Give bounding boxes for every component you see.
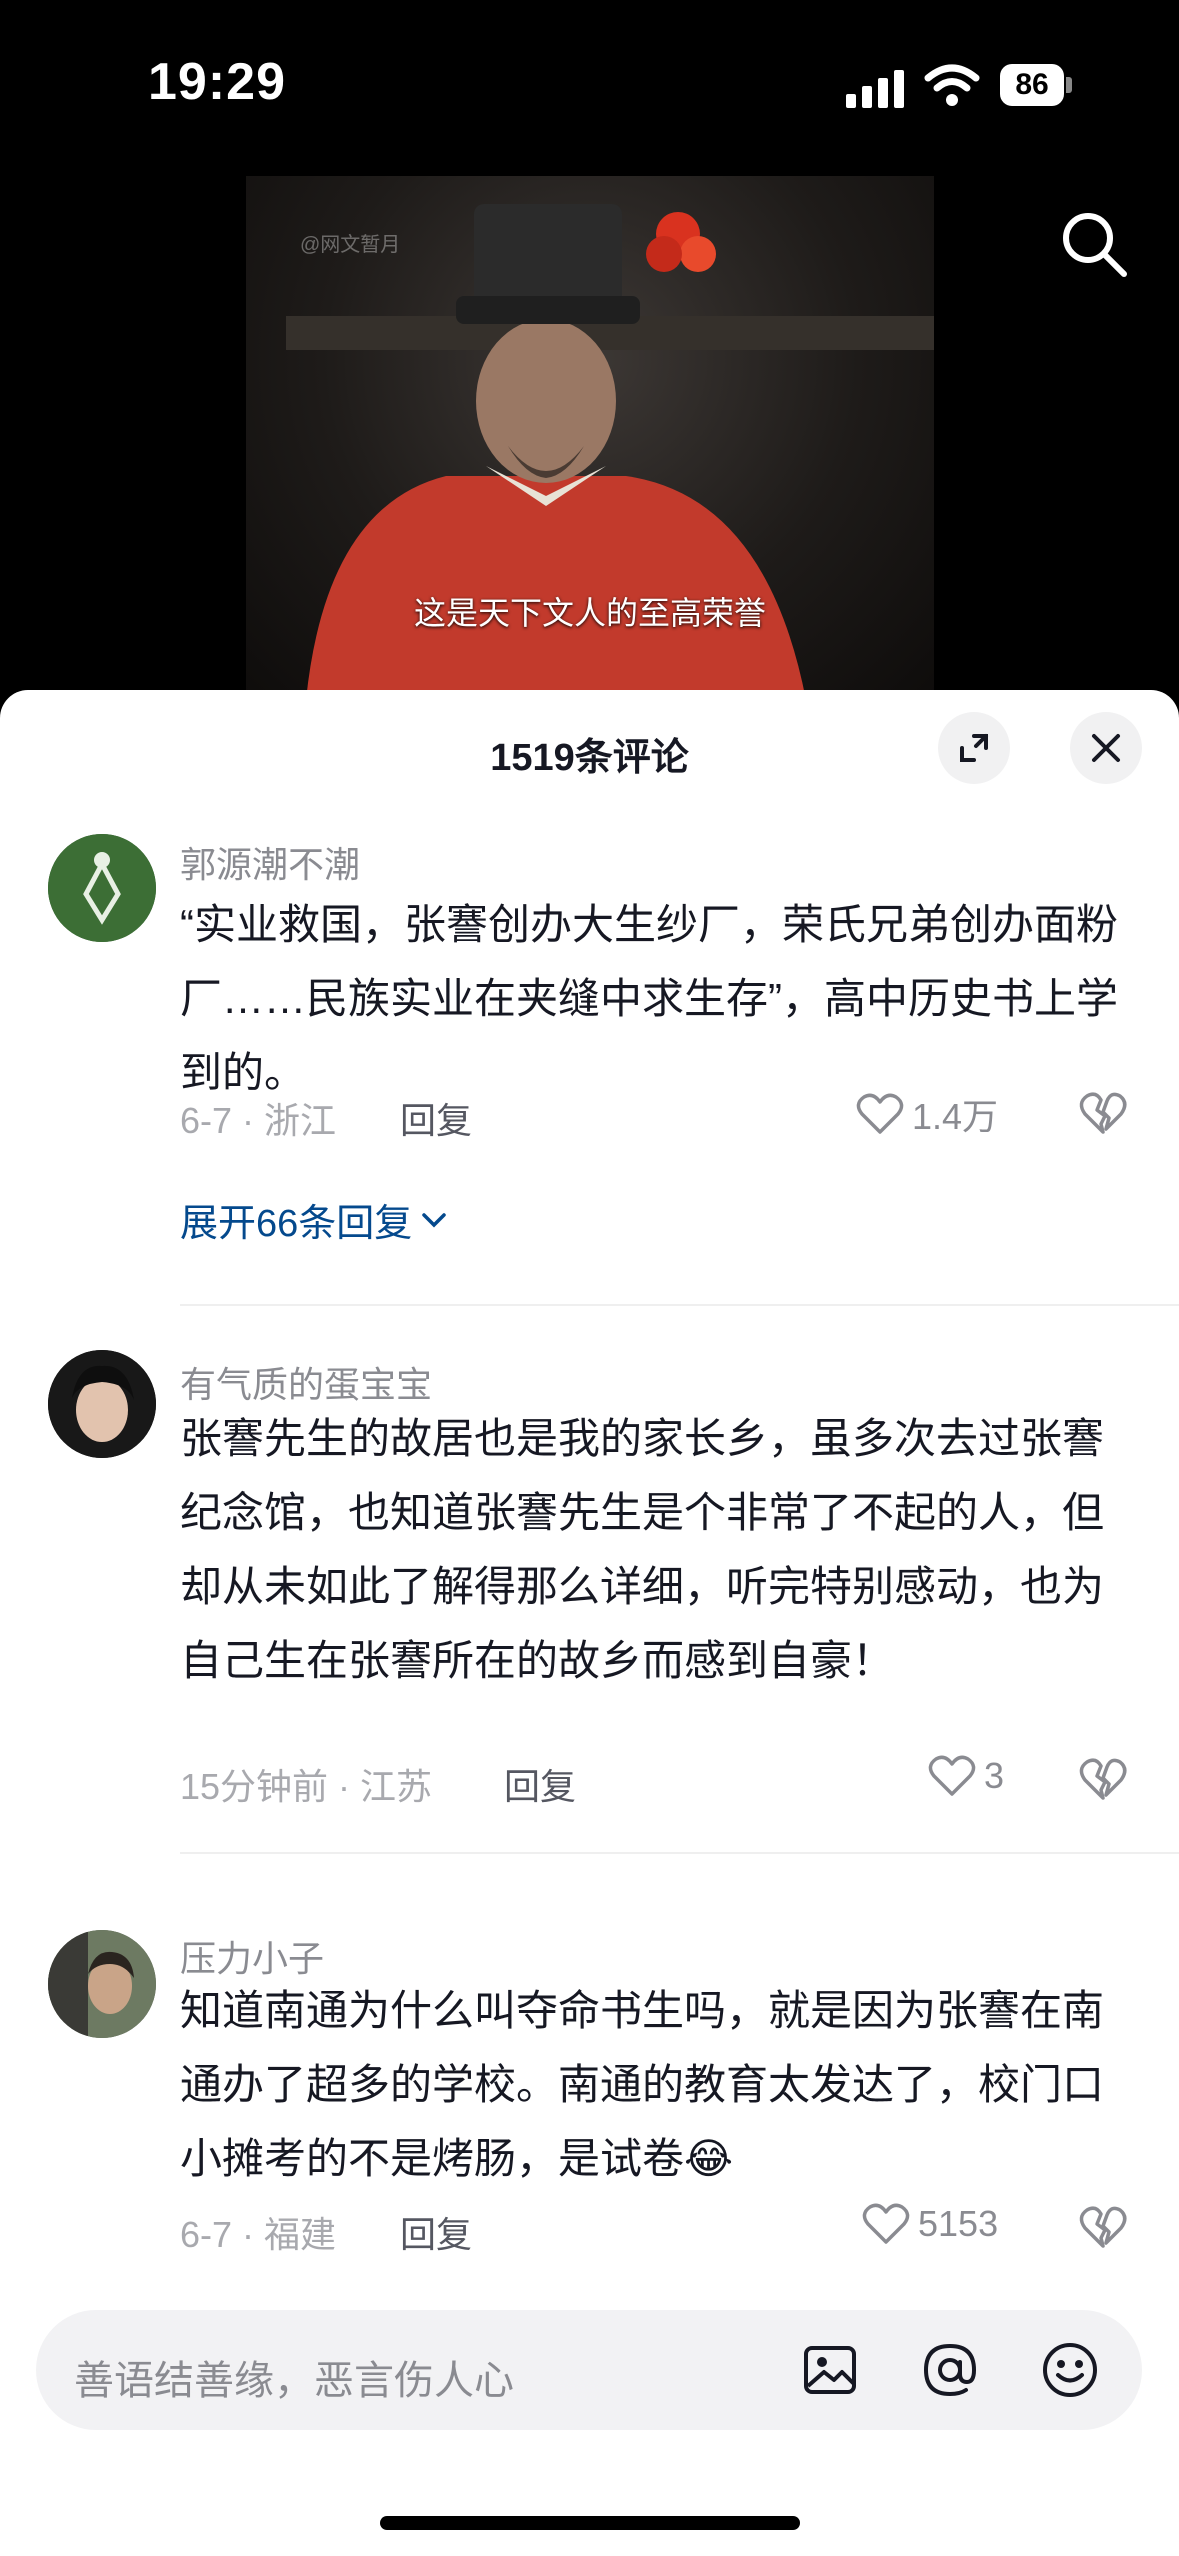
comment-item: 有气质的蛋宝宝 张謇先生的故居也是我的家长乡，虽多次去过张謇纪念馆，也知道张謇先… xyxy=(0,1350,1179,1890)
comment-text: “实业救国，张謇创办大生纱厂，荣氏兄弟创办面粉厂……民族实业在夹缝中求生存”，高… xyxy=(180,901,1118,1096)
search-icon[interactable] xyxy=(1056,206,1132,282)
comment-meta: 15分钟前 · 江苏 xyxy=(180,1766,433,1807)
like-button[interactable]: 3 xyxy=(928,1754,1004,1798)
comment-username[interactable]: 郭源潮不潮 xyxy=(180,836,360,888)
video-frame[interactable]: @网文暂月 这是天下文人的至高荣誉 xyxy=(246,176,934,700)
comment-username[interactable]: 有气质的蛋宝宝 xyxy=(180,1356,432,1408)
avatar[interactable] xyxy=(48,1350,156,1458)
chevron-down-icon xyxy=(422,1212,447,1227)
expand-replies-label: 展开66条回复 xyxy=(180,1203,413,1245)
avatar[interactable] xyxy=(48,1930,156,2038)
comment-text: 张謇先生的故居也是我的家长乡，虽多次去过张謇纪念馆，也知道张謇先生是个非常了不起… xyxy=(180,1415,1105,1684)
like-button[interactable]: 5153 xyxy=(862,2202,998,2246)
comment-input[interactable]: 善语结善缘，恶言伤人心 xyxy=(36,2310,1142,2430)
home-indicator xyxy=(380,2516,800,2530)
like-count: 1.4万 xyxy=(912,1096,999,1137)
comment-input-placeholder: 善语结善缘，恶言伤人心 xyxy=(74,2359,514,2403)
close-icon xyxy=(1092,734,1120,762)
video-watermark: @网文暂月 xyxy=(300,234,401,256)
like-count: 5153 xyxy=(918,2203,999,2244)
comment-text: 知道南通为什么叫夺命书生吗，就是因为张謇在南通办了超多的学校。南通的教育太发达了… xyxy=(180,1987,1105,2182)
avatar[interactable] xyxy=(48,834,156,942)
video-subtitle: 这是天下文人的至高荣誉 xyxy=(413,595,766,631)
expand-button[interactable] xyxy=(938,712,1010,784)
broken-heart-icon[interactable] xyxy=(1078,1088,1128,1138)
heart-icon xyxy=(856,1093,904,1134)
expand-replies-button[interactable]: 展开66条回复 xyxy=(180,1192,450,1247)
comment-text-block: 知道南通为什么叫夺命书生吗，就是因为张謇在南通办了超多的学校。南通的教育太发达了… xyxy=(180,1974,1120,2196)
reply-button[interactable]: 回复 xyxy=(400,2206,472,2258)
broken-heart-icon[interactable] xyxy=(1078,1754,1128,1804)
heart-icon xyxy=(862,2203,910,2244)
expand-icon xyxy=(960,734,988,762)
comments-sheet: 1519条评论 郭源潮不潮 “实业救国，张謇创办大生纱厂，荣氏兄弟创办面粉厂……… xyxy=(0,690,1179,2556)
close-button[interactable] xyxy=(1070,712,1142,784)
comment-divider xyxy=(180,1852,1179,1854)
comment-item: 郭源潮不潮 “实业救国，张謇创办大生纱厂，荣氏兄弟创办面粉厂……民族实业在夹缝中… xyxy=(0,830,1179,1310)
like-count: 3 xyxy=(984,1755,1005,1796)
image-icon[interactable] xyxy=(800,2340,860,2400)
video-player[interactable]: @网文暂月 这是天下文人的至高荣誉 xyxy=(0,0,1179,700)
comment-meta: 6-7 · 浙江 xyxy=(180,1100,337,1141)
laughing-emoji: 😂 xyxy=(684,2135,734,2182)
reply-button[interactable]: 回复 xyxy=(400,1092,472,1144)
comment-divider xyxy=(180,1304,1179,1306)
comment-meta: 6-7 · 福建 xyxy=(180,2214,337,2255)
comment-item: 压力小子 知道南通为什么叫夺命书生吗，就是因为张謇在南通办了超多的学校。南通的教… xyxy=(0,1930,1179,2330)
like-button[interactable]: 1.4万 xyxy=(856,1088,998,1140)
comments-header: 1519条评论 xyxy=(0,690,1179,810)
at-icon[interactable] xyxy=(920,2340,980,2400)
broken-heart-icon[interactable] xyxy=(1078,2202,1128,2252)
emoji-icon[interactable] xyxy=(1040,2340,1100,2400)
heart-icon xyxy=(928,1755,976,1796)
reply-button[interactable]: 回复 xyxy=(504,1758,576,1810)
